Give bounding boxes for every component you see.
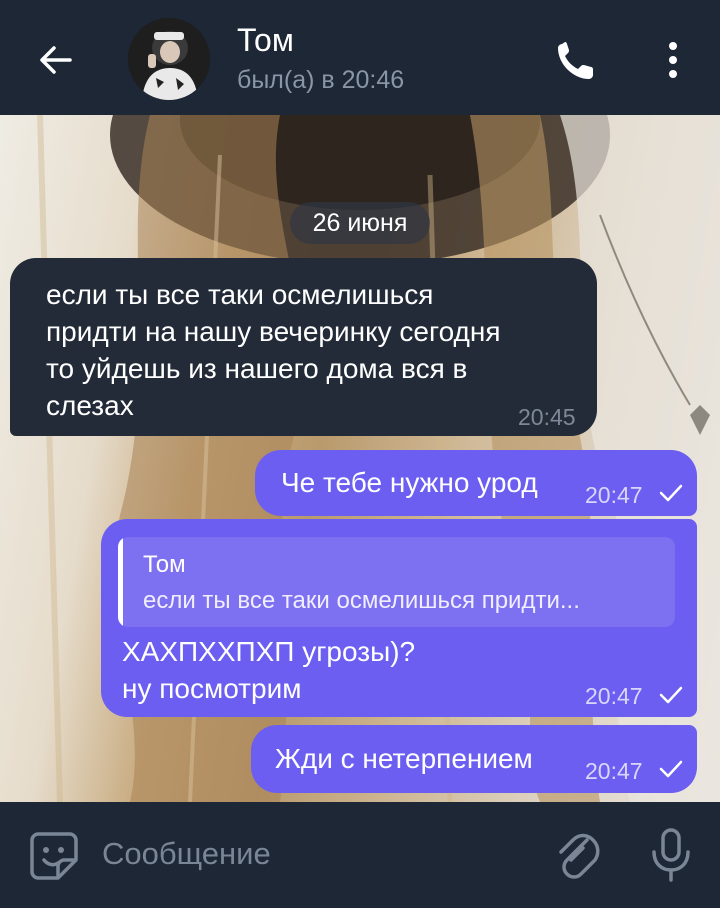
more-options-button[interactable] [656, 38, 690, 84]
reply-preview[interactable]: Том если ты все таки осмелишься придти..… [118, 537, 675, 627]
more-vertical-icon [669, 42, 677, 78]
reply-accent-bar [118, 537, 123, 627]
sticker-button[interactable] [28, 830, 80, 882]
message-input[interactable] [100, 826, 524, 882]
date-separator: 26 июня [290, 202, 430, 244]
reply-text: если ты все таки осмелишься придти... [143, 587, 580, 614]
paperclip-icon [559, 833, 600, 879]
message-text: ХАХПХХПХП угрозы)? ну посмотрим [122, 636, 416, 704]
incoming-message[interactable]: если ты все таки осмелишься придти на на… [10, 258, 597, 436]
last-seen-status: был(а) в 20:46 [237, 66, 405, 94]
call-button[interactable] [553, 38, 599, 84]
reply-sender: Том [143, 551, 186, 578]
message-text: если ты все таки осмелишься придти на на… [46, 279, 501, 421]
outgoing-message[interactable]: Жди с нетерпением 20:47 [251, 725, 697, 793]
message-time: 20:45 [518, 404, 576, 430]
message-time: 20:47 [585, 683, 643, 709]
outgoing-message[interactable]: Том если ты все таки осмелишься придти..… [101, 519, 697, 717]
chat-header: Том был(а) в 20:46 [0, 0, 720, 115]
sticker-icon [30, 832, 78, 880]
back-button[interactable] [34, 38, 78, 82]
outgoing-message[interactable]: Че тебе нужно урод 20:47 [255, 450, 697, 516]
attach-button[interactable] [553, 826, 601, 882]
voice-message-button[interactable] [648, 826, 694, 884]
back-arrow-icon [40, 46, 72, 74]
contact-avatar[interactable] [128, 18, 210, 100]
message-text: Жди с нетерпением [275, 743, 533, 774]
microphone-icon [652, 828, 690, 882]
check-icon [659, 686, 683, 704]
message-time: 20:47 [585, 482, 643, 508]
chat-area[interactable]: 26 июня если ты все таки осмелишься прид… [0, 115, 720, 802]
check-icon [659, 760, 683, 778]
check-icon [659, 484, 683, 502]
contact-name[interactable]: Том [237, 22, 294, 59]
phone-icon [558, 42, 593, 79]
message-text: Че тебе нужно урод [281, 467, 538, 498]
message-time: 20:47 [585, 758, 643, 784]
